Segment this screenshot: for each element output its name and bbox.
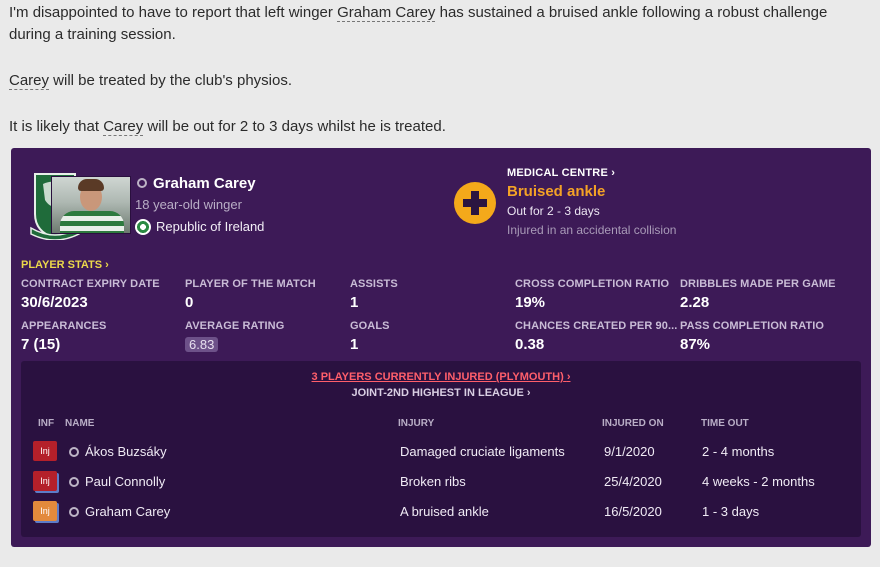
row-player-name[interactable]: Paul Connolly: [69, 474, 165, 489]
row-injured-on: 9/1/2020: [604, 444, 655, 459]
column-header-injured-on[interactable]: INJURED ON: [602, 418, 664, 429]
player-link[interactable]: Carey: [103, 118, 144, 136]
stat-goals: GOALS 1: [350, 320, 390, 353]
row-injury: Broken ribs: [400, 474, 466, 489]
stat-value: 0.38: [515, 336, 545, 353]
stat-label: PLAYER OF THE MATCH: [185, 278, 316, 290]
stat-appearances: APPEARANCES 7 (15): [21, 320, 106, 353]
stat-pass-completion: PASS COMPLETION RATIO 87%: [680, 320, 824, 353]
stat-value: 2.28: [680, 294, 710, 311]
injury-name: Bruised ankle: [507, 183, 606, 200]
stat-value: 1: [350, 294, 359, 311]
stat-value: 1: [350, 336, 359, 353]
row-name-text: Ákos Buzsáky: [85, 444, 167, 459]
message-paragraph-1: I'm disappointed to have to report that …: [9, 2, 869, 46]
medical-plus-icon: [454, 182, 496, 224]
person-icon: [69, 506, 79, 517]
row-injured-on: 25/4/2020: [604, 474, 662, 489]
person-icon: [69, 476, 79, 487]
chevron-right-icon: ›: [566, 371, 571, 383]
row-injured-on: 16/5/2020: [604, 504, 662, 519]
chevron-right-icon: ›: [105, 259, 109, 271]
stat-player-of-match: PLAYER OF THE MATCH 0: [185, 278, 316, 311]
injury-badge: Inj: [33, 501, 57, 521]
medical-centre-link[interactable]: MEDICAL CENTRE ›: [507, 167, 615, 179]
stat-dribbles: DRIBBLES MADE PER GAME 2.28: [680, 278, 836, 311]
column-header-injury[interactable]: INJURY: [398, 418, 434, 429]
injury-badge: Inj: [33, 441, 57, 461]
league-rank-link[interactable]: JOINT-2ND HIGHEST IN LEAGUE ›: [21, 387, 861, 399]
injured-players-panel: 3 PLAYERS CURRENTLY INJURED (PLYMOUTH) ›…: [21, 361, 861, 537]
table-row[interactable]: Inj Paul Connolly Broken ribs 25/4/2020 …: [21, 468, 861, 496]
player-photo[interactable]: [51, 176, 131, 234]
stat-label: CROSS COMPLETION RATIO: [515, 278, 670, 290]
injury-duration: Out for 2 - 3 days: [507, 204, 600, 218]
stat-assists: ASSISTS 1: [350, 278, 398, 311]
table-row[interactable]: Inj Graham Carey A bruised ankle 16/5/20…: [21, 498, 861, 526]
row-player-name[interactable]: Ákos Buzsáky: [69, 444, 167, 459]
row-time-out: 1 - 3 days: [702, 504, 760, 519]
stat-label: CHANCES CREATED PER 90...: [515, 320, 678, 332]
medical-centre-label: MEDICAL CENTRE: [507, 167, 608, 179]
injury-cause: Injured in an accidental collision: [507, 223, 677, 237]
row-player-name[interactable]: Graham Carey: [69, 504, 170, 519]
player-injury-card: Graham Carey 18 year-old winger Republic…: [11, 148, 871, 547]
person-icon: [137, 178, 147, 189]
stat-chances-created: CHANCES CREATED PER 90... 0.38: [515, 320, 677, 353]
stat-value: 19%: [515, 294, 546, 311]
row-name-text: Graham Carey: [85, 504, 171, 519]
player-name-text: Graham Carey: [153, 175, 256, 192]
message-paragraph-2: Carey will be treated by the club's phys…: [9, 70, 869, 92]
player-description: 18 year-old winger: [135, 197, 242, 212]
stat-value: 30/6/2023: [21, 294, 88, 311]
stat-label: DRIBBLES MADE PER GAME: [680, 278, 836, 290]
stat-label: GOALS: [350, 320, 390, 332]
stat-label: APPEARANCES: [21, 320, 107, 332]
chevron-right-icon: ›: [526, 387, 531, 399]
player-link[interactable]: Graham Carey: [337, 4, 436, 22]
player-stats-link[interactable]: PLAYER STATS ›: [21, 259, 109, 271]
player-link[interactable]: Carey: [9, 72, 50, 90]
person-icon: [69, 446, 79, 457]
stat-label: PASS COMPLETION RATIO: [680, 320, 825, 332]
player-stats-label: PLAYER STATS: [21, 259, 103, 271]
stat-value: 7 (15): [21, 336, 61, 353]
message-text: will be out for 2 to 3 days whilst he is…: [143, 118, 446, 135]
stat-cross-completion: CROSS COMPLETION RATIO 19%: [515, 278, 669, 311]
league-rank-label: JOINT-2ND HIGHEST IN LEAGUE: [351, 387, 524, 399]
chevron-right-icon: ›: [611, 167, 616, 179]
player-name[interactable]: Graham Carey: [137, 175, 256, 192]
table-row[interactable]: Inj Ákos Buzsáky Damaged cruciate ligame…: [21, 438, 861, 466]
injured-players-label: 3 PLAYERS CURRENTLY INJURED (PLYMOUTH): [311, 371, 564, 383]
stat-label: CONTRACT EXPIRY DATE: [21, 278, 160, 290]
stat-contract-expiry: CONTRACT EXPIRY DATE 30/6/2023: [21, 278, 160, 311]
player-nationality[interactable]: Republic of Ireland: [135, 218, 265, 236]
row-time-out: 2 - 4 months: [702, 444, 775, 459]
injury-badge: Inj: [33, 471, 57, 491]
message-text: It is likely that: [9, 118, 104, 135]
injured-players-link[interactable]: 3 PLAYERS CURRENTLY INJURED (PLYMOUTH) ›: [21, 371, 861, 383]
message-text: will be treated by the club's physios.: [49, 72, 293, 89]
column-header-inf[interactable]: INF: [38, 418, 54, 429]
row-injury: A bruised ankle: [400, 504, 489, 519]
stat-value: 0: [185, 294, 194, 311]
row-time-out: 4 weeks - 2 months: [702, 474, 815, 489]
stat-label: ASSISTS: [350, 278, 398, 290]
message-text: I'm disappointed to have to report that …: [9, 4, 338, 21]
column-header-name[interactable]: NAME: [65, 418, 94, 429]
row-injury: Damaged cruciate ligaments: [400, 444, 565, 459]
column-header-time-out[interactable]: TIME OUT: [701, 418, 749, 429]
nationality-text: Republic of Ireland: [156, 219, 265, 234]
nation-flag-icon: [135, 218, 151, 235]
message-paragraph-3: It is likely that Carey will be out for …: [9, 116, 869, 138]
stat-value: 87%: [680, 336, 711, 353]
row-name-text: Paul Connolly: [85, 474, 166, 489]
stat-label: AVERAGE RATING: [185, 320, 285, 332]
stat-average-rating: AVERAGE RATING 6.83: [185, 320, 284, 353]
rating-pill: 6.83: [185, 337, 219, 352]
